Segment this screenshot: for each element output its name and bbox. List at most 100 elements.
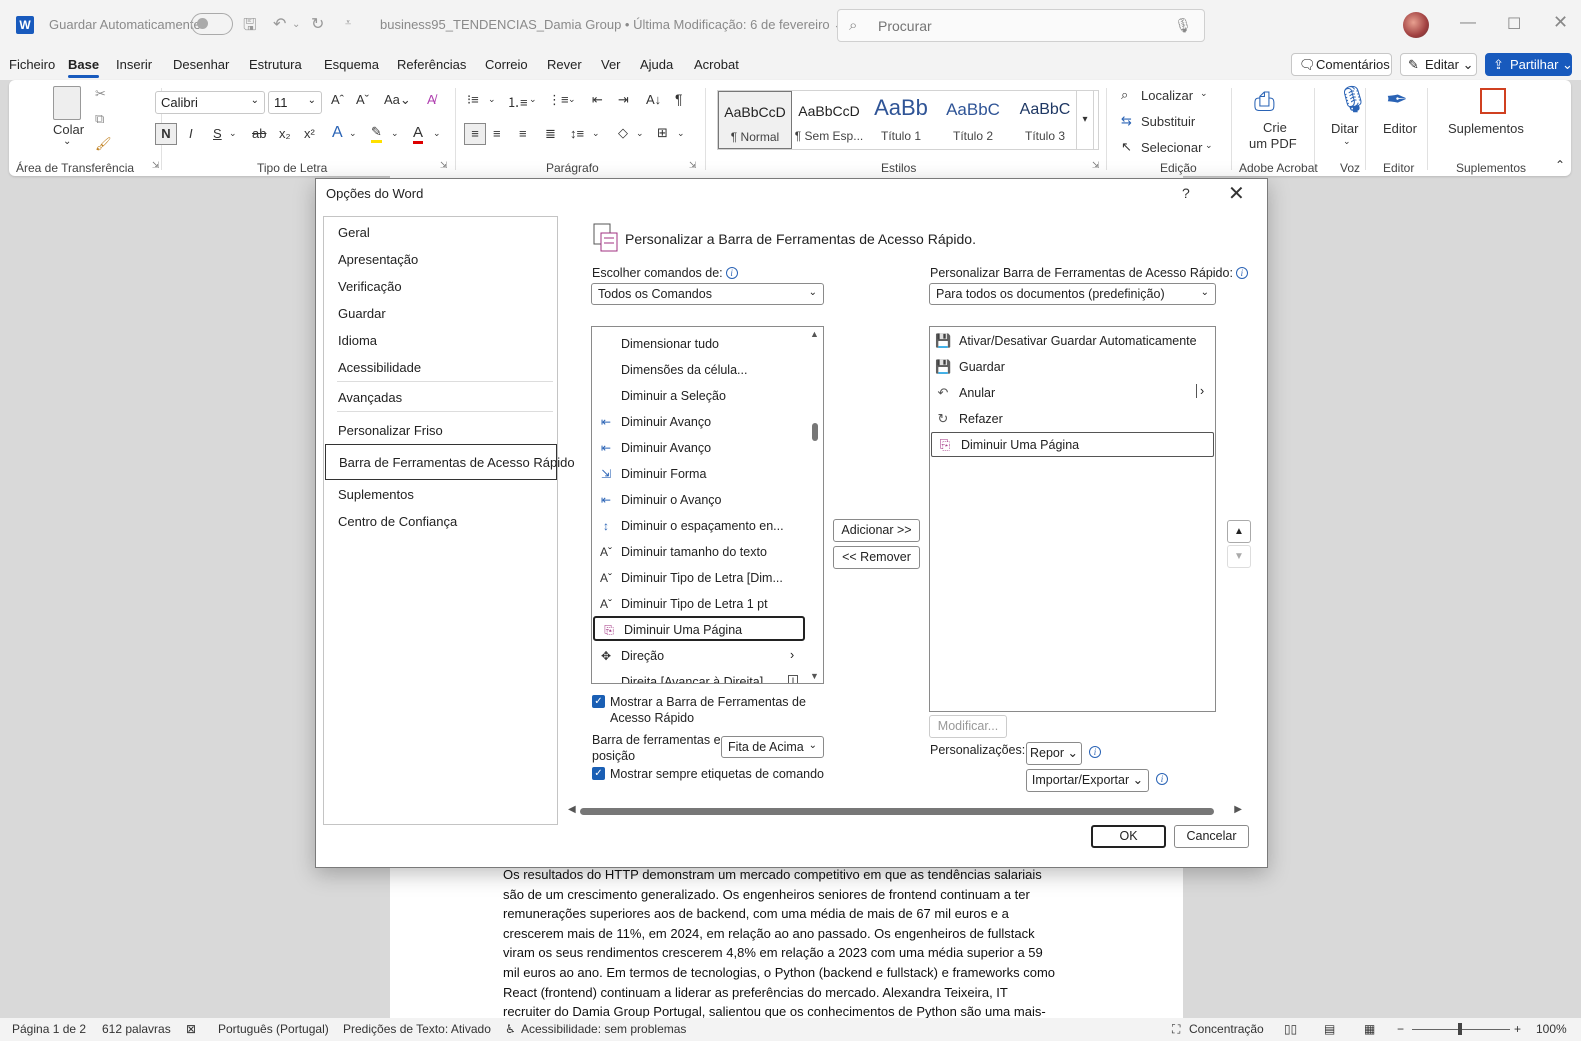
find-icon[interactable]: ⌕ bbox=[1121, 87, 1128, 103]
undo-icon[interactable]: ↶ bbox=[273, 14, 286, 34]
change-case-icon[interactable]: Aa⌄ bbox=[384, 92, 411, 108]
editor-pen-icon[interactable]: ✒ bbox=[1386, 84, 1408, 115]
search-box[interactable]: ⌕ 🎙 bbox=[837, 9, 1205, 42]
import-export-button[interactable]: Importar/Exportar ⌄ bbox=[1026, 769, 1149, 792]
addins-button[interactable]: Suplementos bbox=[1448, 121, 1524, 136]
nav-avancadas[interactable]: Avançadas bbox=[338, 390, 402, 405]
reset-button[interactable]: Repor ⌄ bbox=[1026, 742, 1082, 765]
zoom-in-icon[interactable]: + bbox=[1514, 1022, 1521, 1036]
accessibility-status[interactable]: Acessibilidade: sem problemas bbox=[521, 1022, 686, 1036]
zoom-slider-thumb[interactable] bbox=[1458, 1023, 1462, 1035]
remove-button[interactable]: << Remover bbox=[833, 546, 920, 569]
bullets-icon[interactable]: ⁝≡ bbox=[467, 92, 479, 108]
paragraph-launcher-icon[interactable]: ⇲ bbox=[689, 160, 697, 171]
pilcrow-icon[interactable]: ¶ bbox=[675, 91, 683, 107]
list-item[interactable]: ⇤ Diminuir o Avanço bbox=[592, 488, 806, 513]
scroll-up-icon[interactable]: ▲ bbox=[810, 329, 819, 339]
toolbar-position-select[interactable]: Fita de Acima ⌄ bbox=[721, 736, 824, 758]
language-status[interactable]: Português (Portugal) bbox=[218, 1022, 329, 1036]
page-count[interactable]: Página 1 de 2 bbox=[12, 1022, 86, 1036]
tab-ficheiro[interactable]: Ficheiro bbox=[9, 57, 55, 72]
save-icon[interactable]: 🖫 bbox=[243, 14, 257, 41]
edit-mode-button[interactable]: ✎ Editar ⌄ bbox=[1400, 53, 1477, 76]
print-layout-icon[interactable]: ▤ bbox=[1324, 1022, 1335, 1036]
always-show-labels-checkbox[interactable]: ✓ bbox=[592, 767, 605, 780]
nav-apresentacao[interactable]: Apresentação bbox=[338, 252, 418, 267]
clipboard-launcher-icon[interactable]: ⇲ bbox=[152, 160, 160, 171]
list-item[interactable]: Aˇ Diminuir Tipo de Letra [Dim... bbox=[592, 566, 806, 591]
commands-list[interactable]: Dimensionar tudo Dimensões da célula... … bbox=[591, 326, 824, 684]
select-button[interactable]: Selecionar bbox=[1141, 140, 1202, 155]
style-heading-2[interactable]: AaBbC Título 2 bbox=[936, 91, 1010, 149]
ok-button[interactable]: OK bbox=[1091, 825, 1166, 848]
info-icon[interactable]: i bbox=[725, 267, 738, 279]
format-painter-icon[interactable]: 🖌 bbox=[95, 136, 112, 152]
scrollbar-thumb[interactable] bbox=[580, 808, 1214, 815]
numbering-icon[interactable]: ⒈≡ bbox=[507, 92, 528, 111]
close-icon[interactable]: ✕ bbox=[1228, 181, 1245, 206]
help-icon[interactable]: ? bbox=[1182, 185, 1190, 201]
font-color-icon[interactable]: A bbox=[413, 124, 424, 144]
zoom-level[interactable]: 100% bbox=[1536, 1022, 1567, 1036]
show-toolbar-checkbox[interactable]: ✓ bbox=[592, 695, 605, 708]
select-dropdown-icon[interactable]: ⌄ bbox=[1205, 140, 1213, 151]
pdf-icon[interactable]: ⎙ bbox=[1254, 86, 1275, 118]
sort-icon[interactable]: A↓ bbox=[646, 92, 661, 107]
document-title[interactable]: business95_TENDENCIAS_Damia Group • Últi… bbox=[380, 17, 844, 33]
list-item[interactable]: ↶ Anular › bbox=[930, 381, 1215, 406]
bullets-dropdown-icon[interactable]: ⌄ bbox=[488, 94, 496, 105]
zoom-out-icon[interactable]: − bbox=[1397, 1022, 1404, 1036]
shading-icon[interactable]: ◇ bbox=[618, 125, 628, 141]
copy-icon[interactable]: ⧉ bbox=[95, 111, 104, 127]
multilevel-dropdown-icon[interactable]: ⌄ bbox=[568, 94, 576, 105]
find-button[interactable]: Localizar bbox=[1141, 88, 1193, 103]
customize-toolbar-select[interactable]: Para todos os documentos (predefinição) ⌄ bbox=[929, 283, 1216, 305]
replace-icon[interactable]: ⇆ bbox=[1121, 113, 1132, 129]
close-window-icon[interactable]: ✕ bbox=[1553, 12, 1568, 33]
maximize-icon[interactable]: ☐ bbox=[1507, 14, 1521, 34]
text-effects-icon[interactable]: A bbox=[332, 124, 343, 142]
read-mode-icon[interactable]: ▯▯ bbox=[1284, 1022, 1297, 1036]
underline-icon[interactable]: S bbox=[213, 126, 222, 141]
list-item[interactable]: ✥ Direção › bbox=[592, 644, 806, 669]
text-predictions-status[interactable]: Predições de Texto: Ativado bbox=[343, 1022, 491, 1036]
style-heading-1[interactable]: AaBb Título 1 bbox=[864, 91, 938, 149]
scroll-left-icon[interactable]: ◀ bbox=[568, 804, 576, 815]
multilevel-list-icon[interactable]: ⋮≡ bbox=[548, 92, 569, 108]
autosave-toggle[interactable] bbox=[191, 13, 233, 35]
list-item[interactable]: Aˇ Diminuir tamanho do texto bbox=[592, 540, 806, 565]
borders-dropdown-icon[interactable]: ⌄ bbox=[677, 128, 685, 139]
list-item[interactable]: ⇤ Diminuir Avanço bbox=[592, 410, 806, 435]
font-color-dropdown-icon[interactable]: ⌄ bbox=[433, 128, 441, 139]
nav-quick-access-toolbar[interactable]: Barra de Ferramentas de Acesso Rápido bbox=[325, 444, 575, 480]
proofing-icon[interactable]: ⊠ bbox=[186, 1022, 196, 1036]
redo-icon[interactable]: ↻ bbox=[311, 14, 324, 34]
scroll-down-icon[interactable]: ▼ bbox=[810, 671, 819, 681]
font-name-combo[interactable]: Calibri ⌄ bbox=[155, 91, 265, 114]
info-icon[interactable]: i bbox=[1156, 773, 1168, 785]
grow-font-icon[interactable]: Aˆ bbox=[331, 92, 344, 107]
styles-launcher-icon[interactable]: ⇲ bbox=[1092, 160, 1100, 171]
shrink-font-icon[interactable]: Aˇ bbox=[356, 92, 369, 107]
collapse-ribbon-icon[interactable]: ⌃ bbox=[1555, 158, 1565, 172]
create-pdf-label-1[interactable]: Crie bbox=[1263, 120, 1287, 135]
shading-dropdown-icon[interactable]: ⌄ bbox=[636, 128, 644, 139]
document-body[interactable]: Os resultados do HTTP demonstram um merc… bbox=[503, 865, 1083, 1022]
font-size-combo[interactable]: 11 ⌄ bbox=[268, 91, 322, 114]
minimize-icon[interactable]: — bbox=[1460, 14, 1476, 32]
style-no-spacing[interactable]: AaBbCcD ¶ Sem Esp... bbox=[792, 91, 866, 149]
customize-qat-icon[interactable]: ⩡ bbox=[345, 17, 351, 30]
list-item[interactable]: Direita [Avançar à Direita] I bbox=[592, 670, 806, 683]
decrease-indent-icon[interactable]: ⇤ bbox=[592, 92, 603, 108]
line-spacing-dropdown-icon[interactable]: ⌄ bbox=[592, 128, 600, 139]
list-item[interactable]: Dimensionar tudo bbox=[592, 332, 806, 357]
choose-commands-select[interactable]: Todos os Comandos ⌄ bbox=[591, 283, 824, 305]
nav-acessibilidade[interactable]: Acessibilidade bbox=[338, 360, 421, 375]
nav-idioma[interactable]: Idioma bbox=[338, 333, 377, 348]
list-item[interactable]: 💾 Guardar bbox=[930, 355, 1215, 380]
modify-button[interactable]: Modificar... bbox=[929, 715, 1007, 738]
web-layout-icon[interactable]: ▦ bbox=[1364, 1022, 1375, 1036]
dictate-dropdown-icon[interactable]: ⌄ bbox=[1343, 136, 1351, 147]
list-item[interactable]: ↕ Diminuir o espaçamento en... bbox=[592, 514, 806, 539]
paste-dropdown-icon[interactable]: ⌄ bbox=[63, 136, 71, 147]
